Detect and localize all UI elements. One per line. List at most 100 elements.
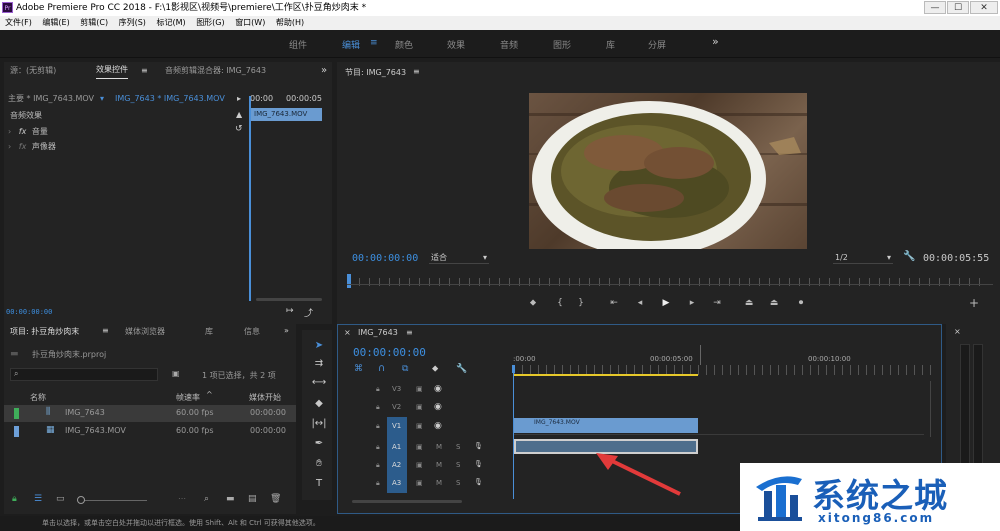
- camera-icon[interactable]: ⏺: [794, 298, 808, 308]
- tab-source[interactable]: 源：(无剪辑): [10, 62, 56, 80]
- minimize-button[interactable]: —: [924, 1, 946, 14]
- mute-button[interactable]: M: [436, 479, 442, 487]
- play-triangle-icon[interactable]: ▸: [237, 92, 241, 106]
- lock-icon[interactable]: 🔒︎: [376, 443, 380, 452]
- microphone-icon[interactable]: 🎙︎: [474, 460, 483, 468]
- nest-icon[interactable]: ⌘: [354, 364, 363, 374]
- export-icon[interactable]: ⤴: [304, 306, 313, 319]
- wrench-icon[interactable]: 🔧: [456, 364, 467, 374]
- lock-icon[interactable]: 🔒︎: [12, 494, 17, 504]
- table-row[interactable]: ⫼ IMG_7643 60.00 fps 00:00:00: [4, 405, 296, 422]
- column-framerate[interactable]: 帧速率: [176, 392, 200, 403]
- dropdown-arrow-icon[interactable]: ▾: [100, 92, 104, 106]
- tab-audio-mixer[interactable]: 音频剪辑混合器: IMG_7643: [165, 62, 266, 80]
- workspace-overflow-button[interactable]: »: [712, 35, 719, 48]
- workspace-editing[interactable]: 编辑: [342, 38, 360, 51]
- snap-icon[interactable]: ∩: [378, 363, 385, 374]
- mark-in-icon[interactable]: {: [553, 298, 567, 308]
- workspace-graphics[interactable]: 图形: [553, 38, 571, 51]
- tab-project[interactable]: 项目: 扑豆角炒肉末: [10, 326, 79, 337]
- lock-icon[interactable]: 🔒︎: [376, 461, 380, 470]
- sync-lock-icon[interactable]: ▣: [416, 479, 423, 487]
- menu-help[interactable]: 帮助(H): [276, 16, 304, 30]
- fx-panner-row[interactable]: › fx 声像器: [8, 141, 56, 152]
- microphone-icon[interactable]: 🎙︎: [474, 478, 483, 486]
- selection-tool-icon[interactable]: ➤: [310, 338, 328, 354]
- workspace-assembly[interactable]: 组件: [289, 38, 307, 51]
- close-tab-icon[interactable]: ×: [954, 327, 961, 336]
- ec-timecode[interactable]: 00:00:00:00: [6, 308, 52, 316]
- microphone-icon[interactable]: 🎙︎: [474, 442, 483, 450]
- project-menu-icon[interactable]: ≡: [102, 326, 109, 335]
- ec-clip-bar[interactable]: IMG_7643.MOV: [250, 108, 322, 121]
- column-media-start[interactable]: 媒体开始: [249, 392, 281, 403]
- sync-lock-icon[interactable]: ▣: [416, 422, 423, 430]
- new-item-icon[interactable]: ▤: [248, 494, 257, 504]
- mute-button[interactable]: M: [436, 443, 442, 451]
- track-label-a1[interactable]: A1: [392, 443, 401, 451]
- expand-chevron-icon[interactable]: ›: [8, 127, 11, 136]
- new-bin-from-search-icon[interactable]: ▣: [172, 369, 180, 378]
- resolution-dropdown[interactable]: 1/2 ▾: [833, 251, 893, 264]
- menu-edit[interactable]: 编辑(E): [42, 16, 69, 30]
- mark-out-icon[interactable]: }: [574, 298, 588, 308]
- lock-icon[interactable]: 🔒︎: [376, 479, 380, 488]
- timeline-playhead-handle[interactable]: [512, 365, 515, 373]
- sort-up-icon[interactable]: ^: [206, 390, 213, 399]
- menu-graphics[interactable]: 图形(G): [196, 16, 224, 30]
- fx-volume-row[interactable]: › fx 音量: [8, 126, 48, 137]
- solo-button[interactable]: S: [456, 461, 460, 469]
- timeline-timecode[interactable]: 00:00:00:00: [353, 346, 426, 359]
- linked-selection-icon[interactable]: ⧉: [402, 364, 408, 374]
- track-label-a2[interactable]: A2: [392, 461, 401, 469]
- tab-menu-icon[interactable]: ≡: [141, 62, 148, 80]
- eye-icon[interactable]: ◉: [434, 421, 442, 431]
- timeline-hscroll[interactable]: [352, 500, 462, 503]
- slip-tool-icon[interactable]: |↔|: [310, 416, 328, 432]
- razor-tool-icon[interactable]: ◆: [310, 396, 328, 412]
- panel-overflow-icon[interactable]: »: [321, 62, 327, 80]
- sync-lock-icon[interactable]: ▣: [416, 403, 423, 411]
- tab-libraries[interactable]: 库: [205, 326, 213, 337]
- track-label-v2[interactable]: V2: [392, 403, 401, 411]
- menu-clip[interactable]: 剪辑(C): [80, 16, 108, 30]
- video-clip[interactable]: IMG_7643.MOV: [514, 418, 698, 433]
- panel-overflow-icon[interactable]: »: [284, 326, 289, 335]
- find-icon[interactable]: ⌕: [204, 494, 209, 504]
- wrench-icon[interactable]: 🔧: [903, 251, 915, 262]
- solo-button[interactable]: S: [456, 443, 460, 451]
- add-marker-icon[interactable]: ⬥: [526, 298, 540, 308]
- workspace-menu-icon[interactable]: ≡: [370, 38, 378, 48]
- workspace-split[interactable]: 分屏: [648, 38, 666, 51]
- go-to-out-icon[interactable]: ⇥: [710, 298, 724, 308]
- timeline-tab[interactable]: IMG_7643: [358, 328, 398, 337]
- menu-file[interactable]: 文件(F): [5, 16, 32, 30]
- extract-icon[interactable]: ⏏: [767, 298, 781, 308]
- master-clip-label[interactable]: 主要 * IMG_7643.MOV: [8, 92, 94, 106]
- search-input[interactable]: ⌕: [10, 368, 158, 381]
- new-bin-icon[interactable]: ▬: [226, 494, 235, 504]
- sequence-clip-label[interactable]: IMG_7643 * IMG_7643.MOV: [115, 92, 225, 106]
- expand-chevron-icon[interactable]: ›: [8, 142, 11, 151]
- filter-play-icon[interactable]: ↦: [286, 306, 294, 316]
- add-marker-icon[interactable]: ⬥: [432, 364, 438, 374]
- workspace-effects[interactable]: 效果: [447, 38, 465, 51]
- ec-scrollbar[interactable]: [256, 298, 322, 301]
- workspace-color[interactable]: 颜色: [395, 38, 413, 51]
- step-back-icon[interactable]: ◂: [633, 298, 647, 308]
- workspace-audio[interactable]: 音频: [500, 38, 518, 51]
- type-tool-icon[interactable]: T: [310, 476, 328, 492]
- sync-lock-icon[interactable]: ▣: [416, 461, 423, 469]
- eye-icon[interactable]: ◉: [434, 384, 442, 394]
- mute-button[interactable]: M: [436, 461, 442, 469]
- go-to-in-icon[interactable]: ⇤: [607, 298, 621, 308]
- add-button-icon[interactable]: +: [967, 296, 981, 310]
- ripple-edit-tool-icon[interactable]: ⟷: [310, 375, 328, 391]
- maximize-button[interactable]: ☐: [947, 1, 969, 14]
- list-view-icon[interactable]: ☰: [34, 494, 42, 504]
- track-label-v1[interactable]: V1: [392, 422, 401, 430]
- sync-lock-icon[interactable]: ▣: [416, 443, 423, 451]
- solo-button[interactable]: S: [456, 479, 460, 487]
- sync-lock-icon[interactable]: ▣: [416, 385, 423, 393]
- timeline-menu-icon[interactable]: ≡: [406, 328, 413, 337]
